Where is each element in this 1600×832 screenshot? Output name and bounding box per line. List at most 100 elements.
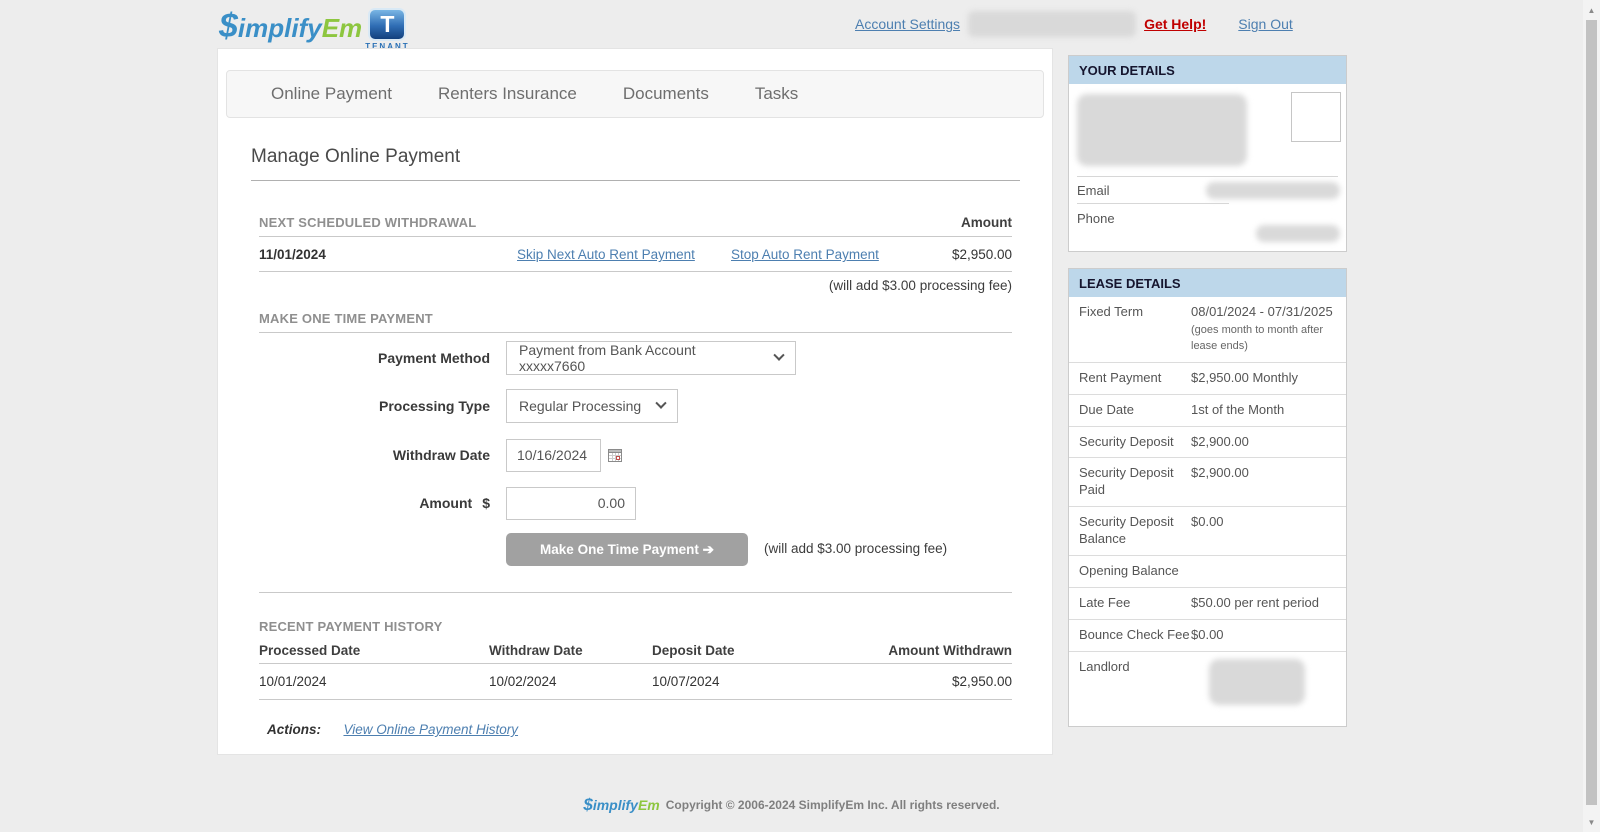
tab-tasks[interactable]: Tasks [755,84,798,104]
chevron-down-icon [773,350,784,361]
tab-bar: Online Payment Renters Insurance Documen… [226,70,1044,118]
col-withdraw-date: Withdraw Date [489,637,583,663]
next-scheduled-row: 11/01/2024 Skip Next Auto Rent Payment S… [259,237,1012,272]
get-help-link[interactable]: Get Help! [1144,16,1206,32]
actions-label: Actions: [267,722,321,737]
auto-payment-fee-note: (will add $3.00 processing fee) [259,277,1012,295]
tenant-photo-placeholder [1291,92,1341,142]
processing-type-label: Processing Type [259,398,490,414]
history-table-row: 10/01/2024 10/02/2024 10/07/2024 $2,950.… [259,664,1012,700]
copyright-text: Copyright © 2006-2024 SimplifyEm Inc. Al… [666,798,1000,812]
tenant-badge: T TENANT [365,8,409,51]
submit-row: Make One Time Payment ➔ (will add $3.00 … [218,533,1054,567]
history-withdraw-date: 10/02/2024 [489,664,557,699]
withdraw-date-input[interactable] [506,439,601,472]
your-details-heading: YOUR DETAILS [1069,56,1346,84]
col-deposit-date: Deposit Date [652,637,735,663]
one-time-payment-header-row: MAKE ONE TIME PAYMENT [259,305,1012,333]
lease-row-security-deposit-paid: Security Deposit Paid $2,900.00 [1069,458,1346,507]
lease-row-due-date: Due Date 1st of the Month [1069,395,1346,427]
make-one-time-payment-button[interactable]: Make One Time Payment ➔ [506,533,748,566]
payment-method-row: Payment Method Payment from Bank Account… [218,341,1054,375]
logo-dollar-s: $ [219,7,238,45]
top-navigation: Account Settings Get Help! Sign Out [855,10,1293,38]
tab-documents[interactable]: Documents [623,84,709,104]
redacted-phone-value [1256,225,1340,242]
simplifyem-logo[interactable]: $implifyEm T TENANT [219,5,410,51]
amount-column-header: Amount [961,215,1012,230]
lease-details-panel: LEASE DETAILS Fixed Term 08/01/2024 - 07… [1068,268,1347,727]
history-deposit-date: 10/07/2024 [652,664,720,699]
next-scheduled-header-row: NEXT SCHEDULED WITHDRAWAL Amount [259,209,1012,237]
arrow-right-icon: ➔ [703,542,714,557]
processing-type-row: Processing Type Regular Processing [218,389,1054,423]
chevron-down-icon [655,398,666,409]
redacted-landlord-value [1209,659,1305,705]
redacted-email-value [1206,182,1340,199]
history-header-row: Processed Date Withdraw Date Deposit Dat… [259,637,1012,664]
view-online-payment-history-link[interactable]: View Online Payment History [343,722,518,737]
withdraw-date-label: Withdraw Date [259,447,490,463]
col-processed-date: Processed Date [259,637,360,663]
skip-next-auto-rent-payment-link[interactable]: Skip Next Auto Rent Payment [517,247,695,262]
phone-label: Phone [1077,211,1115,226]
lease-row-opening-balance: Opening Balance [1069,556,1346,588]
logo-implify: implify [238,13,322,43]
withdraw-date-row: Withdraw Date [218,438,1054,472]
processing-type-select[interactable]: Regular Processing [506,389,678,423]
processing-type-selected-value: Regular Processing [519,398,641,414]
tab-renters-insurance[interactable]: Renters Insurance [438,84,577,104]
footer-logo: $implifyEm [583,795,659,815]
page-title: Manage Online Payment [251,146,460,168]
divider [1077,176,1338,177]
tenant-badge-icon: T [368,8,406,41]
lease-row-rent-payment: Rent Payment $2,950.00 Monthly [1069,363,1346,395]
payment-method-selected-value: Payment from Bank Account xxxxx7660 [519,342,761,374]
divider [251,180,1020,181]
divider [259,592,1012,593]
logo-em: Em [322,13,362,43]
lease-row-late-fee: Late Fee $50.00 per rent period [1069,588,1346,620]
amount-row: Amount $ [218,486,1054,520]
payment-method-select[interactable]: Payment from Bank Account xxxxx7660 [506,341,796,375]
vertical-scrollbar[interactable]: ▲ ▼ [1583,0,1600,832]
next-withdrawal-amount: $2,950.00 [952,237,1012,272]
history-amount-withdrawn: $2,950.00 [952,664,1012,699]
calendar-icon[interactable] [608,448,623,463]
lease-row-bounce-check-fee: Bounce Check Fee $0.00 [1069,620,1346,652]
amount-label: Amount $ [259,495,490,511]
lease-row-security-deposit: Security Deposit $2,900.00 [1069,427,1346,459]
account-settings-link[interactable]: Account Settings [855,16,960,32]
one-time-fee-note: (will add $3.00 processing fee) [764,541,947,556]
scroll-up-arrow-icon[interactable]: ▲ [1583,2,1600,18]
next-scheduled-heading: NEXT SCHEDULED WITHDRAWAL [259,215,476,230]
scroll-down-arrow-icon[interactable]: ▼ [1583,814,1600,830]
email-label: Email [1077,183,1110,198]
footer: $implifyEm Copyright © 2006-2024 Simplif… [0,795,1583,815]
lease-row-security-deposit-balance: Security Deposit Balance $0.00 [1069,507,1346,556]
payment-method-label: Payment Method [259,350,490,366]
next-withdrawal-date: 11/01/2024 [259,237,326,272]
history-heading: RECENT PAYMENT HISTORY [259,618,1012,636]
amount-input[interactable] [506,487,636,520]
currency-symbol: $ [482,495,490,511]
lease-row-fixed-term: Fixed Term 08/01/2024 - 07/31/2025(goes … [1069,297,1346,363]
main-content-card: Online Payment Renters Insurance Documen… [217,48,1053,755]
fixed-term-note: (goes month to month after lease ends) [1191,323,1336,355]
scrollbar-thumb[interactable] [1586,20,1597,805]
redacted-user-name [968,11,1136,37]
actions-row: Actions: View Online Payment History [267,721,518,739]
lease-details-heading: LEASE DETAILS [1069,269,1346,297]
fixed-term-value: 08/01/2024 - 07/31/2025 [1191,304,1333,319]
stop-auto-rent-payment-link[interactable]: Stop Auto Rent Payment [731,247,879,262]
sign-out-link[interactable]: Sign Out [1238,16,1292,32]
history-processed-date: 10/01/2024 [259,664,327,699]
your-details-panel: YOUR DETAILS Email Phone [1068,55,1347,252]
divider [1077,203,1229,204]
tab-online-payment[interactable]: Online Payment [271,84,392,104]
lease-row-landlord: Landlord [1069,652,1346,752]
logo-wordmark: $implifyEm [219,5,362,49]
one-time-payment-heading: MAKE ONE TIME PAYMENT [259,311,433,326]
redacted-tenant-name-address [1077,94,1247,166]
col-amount-withdrawn: Amount Withdrawn [888,637,1012,663]
